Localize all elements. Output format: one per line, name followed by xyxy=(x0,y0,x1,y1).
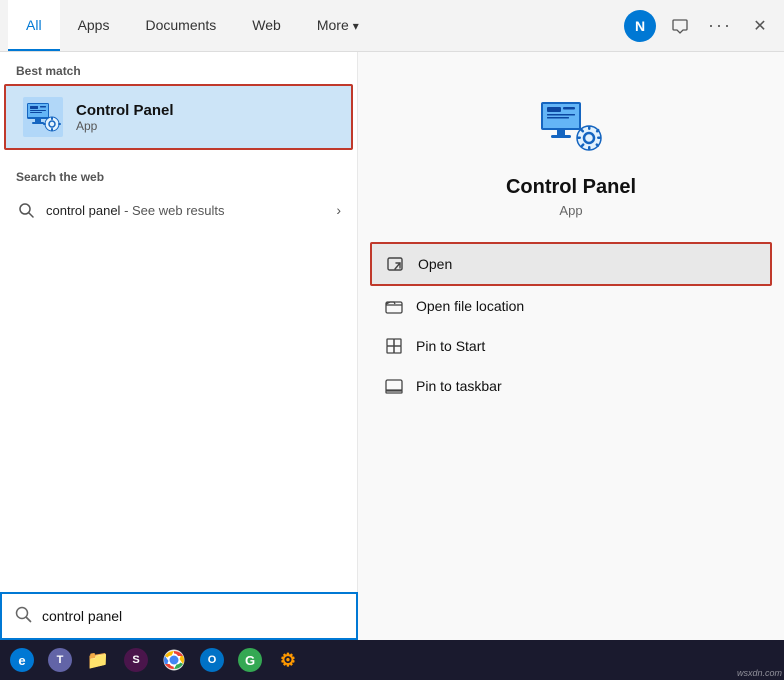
left-panel: Best match xyxy=(0,52,358,640)
content-area: Best match xyxy=(0,52,784,640)
file-location-icon xyxy=(384,296,404,316)
taskbar-teams[interactable]: T xyxy=(42,642,78,678)
taskbar-misc[interactable]: ⚙ xyxy=(270,642,306,678)
tab-documents[interactable]: Documents xyxy=(127,0,234,51)
taskbar-edge[interactable]: e xyxy=(4,642,40,678)
search-input[interactable] xyxy=(42,608,344,624)
tab-more[interactable]: More xyxy=(299,0,377,51)
taskbar-chrome2[interactable]: G xyxy=(232,642,268,678)
user-avatar[interactable]: N xyxy=(624,10,656,42)
search-window: All Apps Documents Web More N xyxy=(0,0,784,640)
taskbar-slack[interactable]: S xyxy=(118,642,154,678)
action-open-file-location[interactable]: Open file location xyxy=(370,286,772,326)
best-match-type: App xyxy=(76,119,174,133)
close-icon[interactable]: ✕ xyxy=(744,10,776,42)
watermark: wsxdn.com xyxy=(737,668,782,678)
app-detail-top: Control Panel App xyxy=(358,52,784,242)
web-search-icon xyxy=(16,200,36,220)
tab-apps[interactable]: Apps xyxy=(60,0,128,51)
app-detail-type: App xyxy=(559,203,582,218)
best-match-label: Best match xyxy=(0,52,357,84)
web-search-arrow-icon: › xyxy=(336,202,341,218)
taskbar: e T 📁 S O G ⚙ wsxdn.com xyxy=(0,640,784,680)
web-search-text: control panel - See web results xyxy=(46,203,225,218)
taskbar-explorer[interactable]: 📁 xyxy=(80,642,116,678)
best-match-item[interactable]: Control Panel App xyxy=(4,84,353,150)
best-match-name: Control Panel xyxy=(76,102,174,119)
pin-start-icon xyxy=(384,336,404,356)
web-search-item[interactable]: control panel - See web results › xyxy=(0,190,357,230)
action-pin-to-taskbar[interactable]: Pin to taskbar xyxy=(370,366,772,406)
open-icon xyxy=(386,254,406,274)
tab-all[interactable]: All xyxy=(8,0,60,51)
tabs-left: All Apps Documents Web More xyxy=(8,0,377,51)
web-search-label: Search the web xyxy=(0,158,357,190)
chevron-down-icon xyxy=(353,17,359,33)
tab-web[interactable]: Web xyxy=(234,0,299,51)
app-detail-icon xyxy=(535,92,607,164)
action-pin-to-start[interactable]: Pin to Start xyxy=(370,326,772,366)
search-bar-bottom xyxy=(0,592,358,640)
taskbar-outlook[interactable]: O xyxy=(194,642,230,678)
tabs-bar: All Apps Documents Web More N xyxy=(0,0,784,52)
pin-taskbar-icon xyxy=(384,376,404,396)
app-detail-name: Control Panel xyxy=(506,176,636,199)
feedback-icon[interactable] xyxy=(664,10,696,42)
best-match-info: Control Panel App xyxy=(76,102,174,133)
tabs-right: N ··· ✕ xyxy=(624,10,776,42)
action-list: Open Open file location xyxy=(358,242,784,406)
control-panel-icon xyxy=(22,96,64,138)
taskbar-chrome[interactable] xyxy=(156,642,192,678)
more-options-icon[interactable]: ··· xyxy=(704,10,736,42)
action-open[interactable]: Open xyxy=(370,242,772,286)
search-bar-icon xyxy=(14,605,32,628)
right-panel: Control Panel App Open xyxy=(358,52,784,640)
